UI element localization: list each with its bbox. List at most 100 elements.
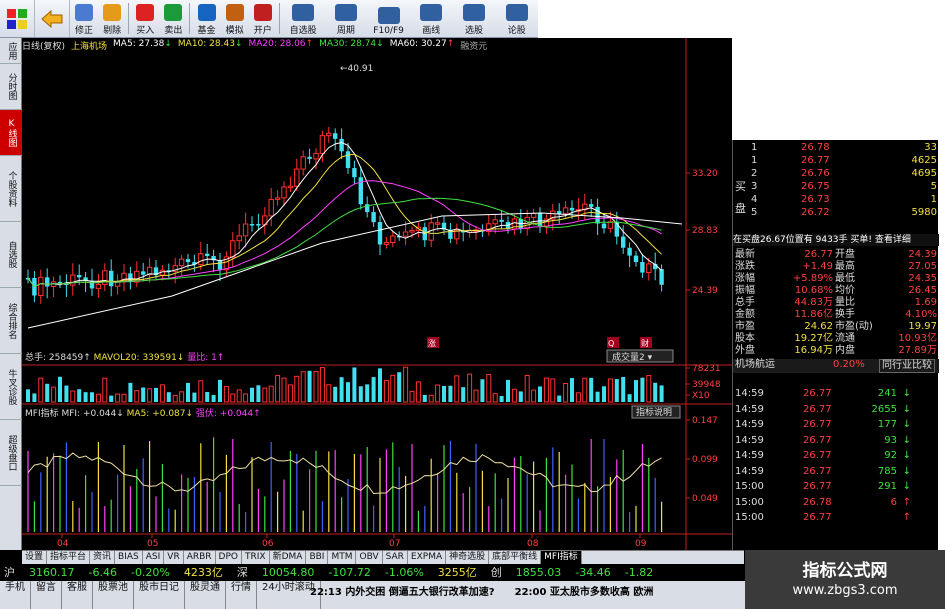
volume-bar: [550, 378, 556, 403]
f10-button-label: F10/F9: [373, 26, 404, 36]
volume-bar: [307, 370, 312, 402]
bid-price: 26.76: [801, 168, 830, 179]
candle-body: [128, 273, 133, 283]
indicator-tab[interactable]: 设置: [22, 551, 48, 564]
bid-row[interactable]: 1 26.78 33: [733, 142, 939, 154]
indicator-tab[interactable]: TRIX: [242, 551, 270, 564]
sector-compare-button[interactable]: 同行业比较: [879, 359, 935, 373]
bottom-link[interactable]: 股票池: [93, 581, 134, 609]
bid-row[interactable]: 4 26.73 1: [733, 194, 939, 206]
select-stock-button[interactable]: 选股: [453, 0, 496, 37]
bid-row[interactable]: 3 26.75 5: [733, 181, 939, 193]
volume-bar: [575, 392, 581, 403]
indicator-tab[interactable]: MFI指标: [541, 551, 582, 564]
bid-row[interactable]: 5 26.72 5980: [733, 207, 939, 219]
bottom-link[interactable]: 股灵通: [185, 581, 226, 609]
indicator-tab[interactable]: 神奇选股: [446, 551, 490, 564]
candle-body: [352, 168, 357, 178]
quote-row: 涨幅 +5.89% 最低 24.35: [733, 273, 939, 285]
volume-bar: [397, 372, 402, 402]
news-item[interactable]: 22:13 内外交困 倒逼五大银行改革加速?: [310, 587, 495, 598]
kline-chart[interactable]: 33.20 28.83 24.39 78231 39948 X10 0.147 0.099 0.…: [22, 38, 732, 550]
volume-bar: [83, 392, 88, 402]
quote-value: +1.49: [802, 261, 833, 272]
clear-button[interactable]: 剔除: [98, 0, 126, 37]
tab-niuwen[interactable]: 牛叉诊股: [0, 354, 22, 420]
volume-bar: [300, 371, 306, 403]
bottom-link[interactable]: 客服: [62, 581, 93, 609]
quote-label: 均价: [835, 285, 855, 296]
open-button[interactable]: 开户: [249, 0, 277, 37]
volume-bar: [538, 386, 542, 402]
hammer-icon: [225, 4, 244, 21]
ma-arrow: ↓: [234, 39, 243, 49]
bottom-link[interactable]: 留言: [31, 581, 62, 609]
sell-button[interactable]: 卖出: [159, 0, 187, 37]
quote-value: 44.83万: [794, 297, 833, 308]
forum-button[interactable]: 论股: [495, 0, 538, 37]
volume-bar: [70, 390, 76, 403]
vol-title: 总手: 258459↑ MAVOL20: 339591↓ 量比: 1↑: [25, 351, 224, 363]
bottom-link[interactable]: 股市日记: [134, 581, 185, 609]
tab-timeshare[interactable]: 分时图: [0, 64, 22, 110]
fund-button-label: 基金: [197, 26, 216, 36]
indicator-tab[interactable]: ASI: [143, 551, 165, 564]
bid-row[interactable]: 2 26.76 4695: [733, 168, 939, 180]
modify-button[interactable]: 修正: [70, 0, 98, 37]
fund-button[interactable]: 基金: [192, 0, 220, 37]
tab-ranking[interactable]: 综合排名: [0, 288, 22, 354]
simulate-button[interactable]: 模拟: [221, 0, 249, 37]
indicator-tab[interactable]: VR: [164, 551, 184, 564]
volume-bar: [365, 384, 370, 402]
bottom-link[interactable]: 手机: [0, 581, 31, 609]
volume-bar: [243, 393, 249, 403]
tab-watchlist[interactable]: 自选股: [0, 222, 22, 288]
bid-row[interactable]: 1 26.77 4625: [733, 155, 939, 167]
bid-volume: 33: [924, 142, 937, 153]
news-ticker[interactable]: 22:13 内外交困 倒逼五大银行改革加速? 22:00 亚太股市多数收高 欧洲: [310, 583, 673, 598]
tab-stock-info[interactable]: 个股资料: [0, 156, 22, 222]
indicator-tab[interactable]: BIAS: [115, 551, 143, 564]
period-label[interactable]: 日线(复权): [22, 39, 65, 52]
buy-button[interactable]: 买入: [131, 0, 159, 37]
tick-volume: 92: [884, 450, 897, 461]
indicator-tab[interactable]: EXPMA: [408, 551, 447, 564]
draw-button[interactable]: 画线: [410, 0, 453, 37]
indicator-tab[interactable]: 新DMA: [270, 551, 307, 564]
ma-value: MA10: 28.43: [177, 39, 235, 49]
volume-bar: [115, 393, 121, 403]
bottom-link[interactable]: 行情: [226, 581, 257, 609]
tab-market[interactable]: 超级盘口: [0, 420, 22, 486]
indicator-tab[interactable]: BBI: [306, 551, 329, 564]
indicator-tab[interactable]: MTM: [328, 551, 357, 564]
candle-body: [287, 185, 294, 189]
tick-price: 26.77: [803, 512, 832, 523]
price-tick: 24.39: [692, 286, 718, 296]
big-order-notice[interactable]: 在买盘26.67位置有 9433手 买单! 查看详细: [733, 234, 939, 246]
back-arrow-icon[interactable]: [35, 0, 70, 37]
indicator-tab[interactable]: OBV: [356, 551, 383, 564]
quote-value: 26.77: [804, 249, 833, 260]
grid-icon[interactable]: [0, 0, 35, 37]
f10-button[interactable]: F10/F9: [367, 0, 410, 37]
watchlist-button[interactable]: 自选股: [282, 0, 325, 37]
indicator-tab[interactable]: 指标平台: [47, 551, 91, 564]
indicator-tab[interactable]: 底部平衡线: [489, 551, 542, 564]
indicator-tab[interactable]: ARBR: [184, 551, 216, 564]
news-item[interactable]: 22:00 亚太股市多数收高 欧洲: [515, 587, 654, 598]
month-label: 06: [262, 539, 274, 549]
candle-body: [77, 275, 82, 278]
sector-row[interactable]: 机场航运 0.20% 同行业比较: [733, 359, 939, 373]
indicator-tab[interactable]: SAR: [383, 551, 408, 564]
tick-row: 14:59 26.77 93 ↓: [733, 435, 939, 447]
candle-body: [646, 263, 652, 274]
period-button[interactable]: 周期: [325, 0, 368, 37]
indicator-tab[interactable]: DPO: [216, 551, 242, 564]
volume-bar: [602, 386, 606, 402]
indicator-tab[interactable]: 资讯: [90, 551, 116, 564]
tab-kline[interactable]: K线图: [0, 110, 22, 156]
select-stock-icon: [462, 4, 485, 21]
clear-button-label: 剔除: [103, 26, 122, 36]
tab-apply[interactable]: 应用: [0, 38, 22, 64]
down-arrow-icon: ↓: [902, 403, 911, 415]
